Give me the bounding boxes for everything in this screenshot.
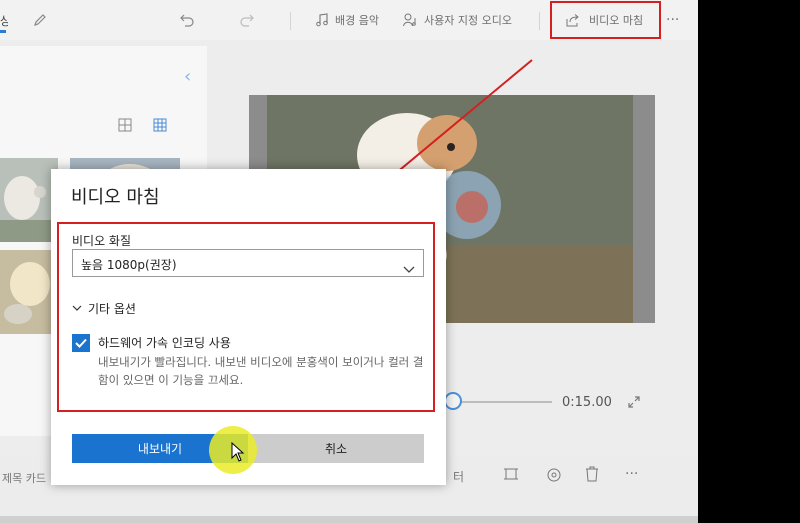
chevron-down-icon [403,259,415,278]
mouse-pointer-icon [231,442,245,462]
cancel-button[interactable]: 취소 [248,434,424,463]
checkmark-icon [75,338,87,348]
hw-accel-label: 하드웨어 가속 인코딩 사용 [98,336,231,350]
quality-select[interactable]: 높음 1080p(권장) [72,249,424,277]
screen-margin [698,0,800,523]
more-options-label: 기타 옵션 [88,302,136,316]
quality-label: 비디오 화질 [72,234,132,248]
dialog-title: 비디오 마침 [71,187,160,208]
video-editor-window: 상 배경 음악 사용자 지정 오디오 비디오 마침 ··· ‹ 0:15.00 … [0,0,698,523]
quality-value: 높음 1080p(권장) [81,258,177,272]
hw-accel-description: 내보내기가 빨라집니다. 내보낸 비디오에 분홍색이 보이거나 컬러 결함이 있… [98,355,424,387]
more-options-toggle[interactable]: 기타 옵션 [72,300,136,317]
chevron-down-icon [72,305,82,311]
hw-accel-checkbox[interactable] [72,334,90,352]
